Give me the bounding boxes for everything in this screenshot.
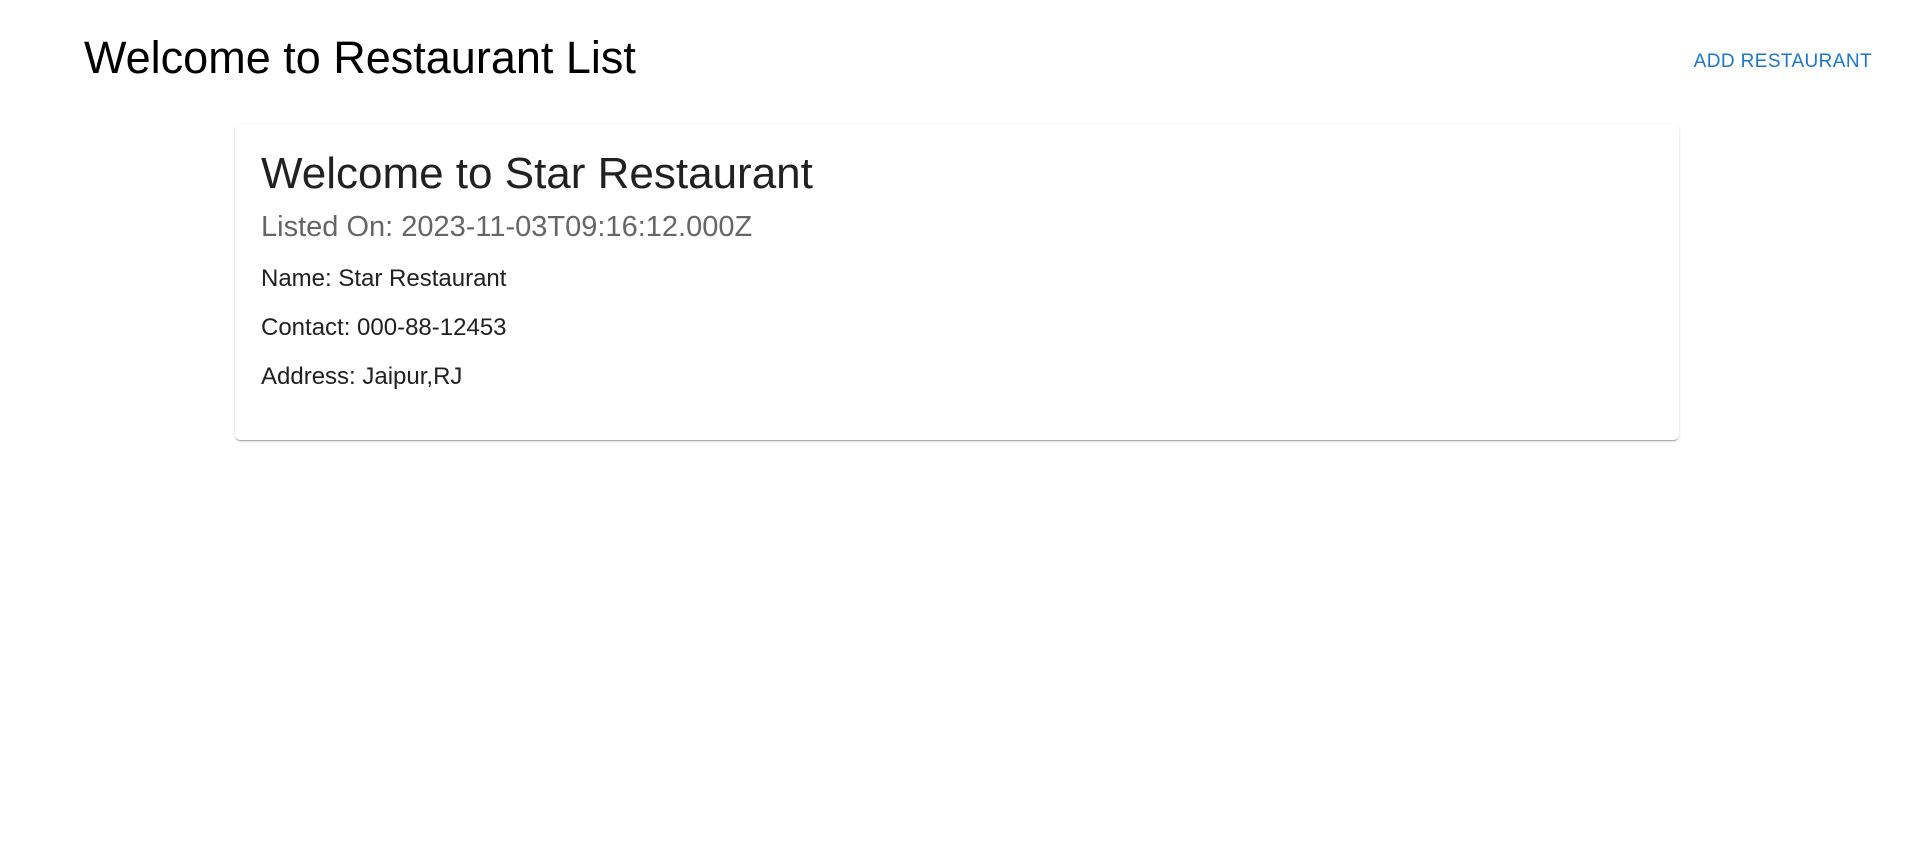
restaurant-name: Name: Star Restaurant (261, 265, 507, 292)
page-title: Welcome to Restaurant List (84, 32, 636, 83)
add-restaurant-button[interactable]: ADD RESTAURANT (1682, 42, 1884, 82)
restaurant-contact: Contact: 000-88-12453 (261, 314, 507, 341)
restaurant-address: Address: Jaipur,RJ (261, 363, 463, 390)
restaurant-listed-on: Listed On: 2023-11-03T09:16:12.000Z (261, 211, 753, 243)
restaurant-card: Welcome to Star Restaurant Listed On: 20… (235, 124, 1679, 440)
page: Welcome to Restaurant List ADD RESTAURAN… (0, 0, 1914, 861)
restaurant-card-title: Welcome to Star Restaurant (261, 149, 813, 198)
header: Welcome to Restaurant List ADD RESTAURAN… (0, 0, 1914, 110)
